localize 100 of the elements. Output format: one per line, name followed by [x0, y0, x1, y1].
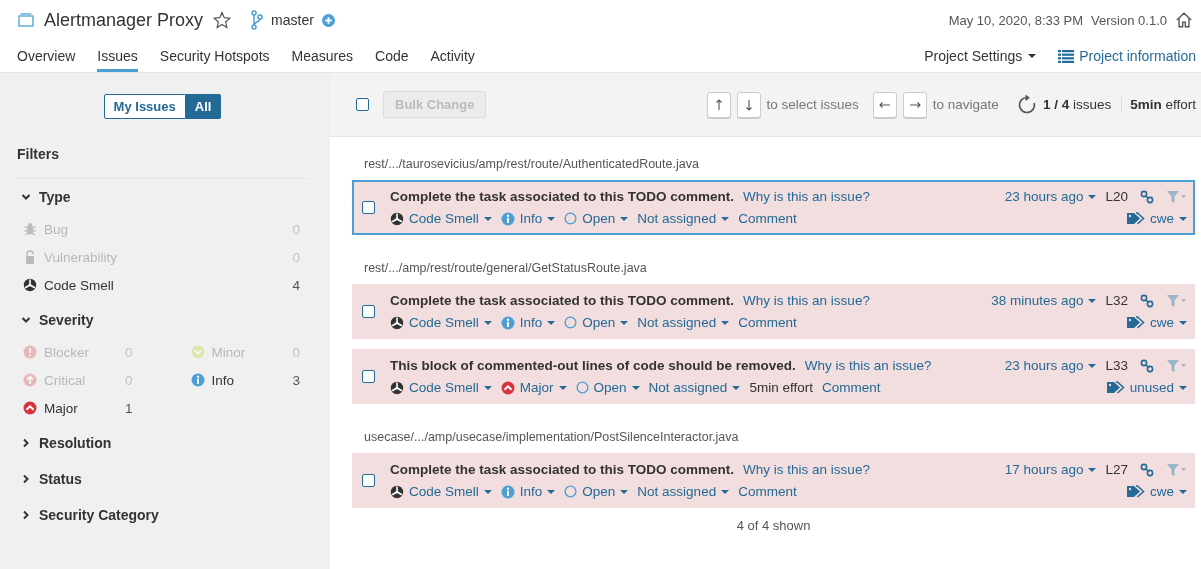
status-dropdown[interactable]: Open [564, 211, 629, 226]
link-icon[interactable] [1140, 293, 1154, 308]
severity-dropdown[interactable]: Info [500, 211, 556, 226]
nav-tab[interactable]: Code [375, 40, 409, 72]
version-label: Version 0.1.0 [1091, 12, 1167, 28]
up-arrow-key-icon [706, 91, 731, 118]
assignee-dropdown[interactable]: Not assigned [637, 315, 730, 330]
severity-dropdown[interactable]: Info [500, 484, 556, 499]
issue-effort: 5min effort [749, 380, 813, 395]
facet-header[interactable]: Resolution [17, 425, 112, 461]
critical-icon [23, 373, 37, 387]
facet-header[interactable]: Type [17, 179, 71, 215]
issue-card[interactable]: Complete the task associated to this TODO comment. Why is this an issue? 23 hours ago L20 Code Smell Info Open Not assigned Comment cwe [352, 180, 1195, 235]
branch-name[interactable]: master [271, 12, 314, 28]
assignee-dropdown[interactable]: Not assigned [637, 211, 730, 226]
link-icon[interactable] [1140, 189, 1154, 204]
issue-checkbox[interactable] [362, 305, 375, 318]
tag-dropdown[interactable]: cwe [1127, 484, 1187, 499]
facet-item[interactable]: Major 1 [23, 394, 141, 422]
major-icon [500, 380, 515, 395]
facet-header[interactable]: Security Category [17, 497, 159, 533]
caret-icon [1088, 363, 1097, 368]
star-icon[interactable] [213, 11, 232, 29]
type-dropdown[interactable]: Code Smell [390, 315, 492, 330]
toggle-button[interactable]: My Issues [103, 94, 186, 119]
nav-tab[interactable]: Overview [17, 40, 76, 72]
filters-title: Filters [17, 146, 308, 179]
facet-header[interactable]: Severity [17, 302, 94, 338]
nav-tab[interactable]: Activity [430, 40, 475, 72]
status-dropdown[interactable]: Open [575, 380, 640, 395]
issue-message[interactable]: This block of commented-out lines of code should be removed. [390, 358, 796, 373]
link-icon[interactable] [1140, 462, 1154, 477]
code-smell-icon [390, 211, 404, 226]
why-link[interactable]: Why is this an issue? [743, 189, 870, 204]
caret-icon [547, 216, 556, 221]
caret-icon [1088, 194, 1097, 199]
issue-counter: 1 / 4 issues [1042, 97, 1123, 112]
link-icon[interactable] [1140, 358, 1154, 373]
chevron-icon [21, 438, 31, 448]
issue-message[interactable]: Complete the task associated to this TODO comment. [390, 462, 735, 477]
line-number: L27 [1105, 462, 1128, 477]
status-dropdown[interactable]: Open [564, 484, 629, 499]
issue-card[interactable]: This block of commented-out lines of code should be removed. Why is this an issue? 23 hours ago L33 Code Smell Major Open Not assigned 5min effort Comment unused [352, 349, 1195, 404]
select-all-checkbox[interactable] [356, 98, 369, 111]
facet-item[interactable]: Info 3 [190, 366, 308, 394]
tag-dropdown[interactable]: cwe [1127, 315, 1187, 330]
caret-icon [620, 320, 629, 325]
branch-icon [251, 10, 264, 30]
issue-card[interactable]: Complete the task associated to this TODO comment. Why is this an issue? 17 hours ago L27 Code Smell Info Open Not assigned Comment cwe [352, 453, 1195, 508]
severity-dropdown[interactable]: Major [500, 380, 567, 395]
time-dropdown[interactable]: 23 hours ago [1004, 189, 1097, 204]
time-dropdown[interactable]: 23 hours ago [1004, 358, 1097, 373]
project-settings-menu[interactable]: Project Settings [924, 40, 1037, 72]
issue-checkbox[interactable] [362, 370, 375, 383]
comment-link[interactable]: Comment [821, 380, 881, 395]
facet-header[interactable]: Status [17, 461, 82, 497]
line-number: L32 [1105, 293, 1128, 308]
assignee-dropdown[interactable]: Not assigned [637, 484, 730, 499]
issue-checkbox[interactable] [362, 474, 375, 487]
refresh-icon[interactable] [1016, 94, 1037, 115]
tag-dropdown[interactable]: unused [1106, 380, 1187, 395]
comment-link[interactable]: Comment [738, 211, 797, 226]
type-dropdown[interactable]: Code Smell [390, 484, 492, 499]
issue-checkbox[interactable] [362, 201, 375, 214]
why-link[interactable]: Why is this an issue? [743, 462, 870, 477]
navigate-hint: to navigate [932, 97, 999, 112]
time-dropdown[interactable]: 17 hours ago [1004, 462, 1097, 477]
assignee-dropdown[interactable]: Not assigned [648, 380, 741, 395]
file-path: rest/.../amp/rest/route/general/GetStatusRoute.java [363, 260, 648, 277]
plus-icon[interactable] [321, 13, 335, 27]
why-link[interactable]: Why is this an issue? [743, 293, 870, 308]
down-arrow-key-icon [736, 91, 761, 118]
home-icon[interactable] [1175, 11, 1193, 29]
why-link[interactable]: Why is this an issue? [804, 358, 932, 373]
open-status-icon [564, 316, 578, 329]
chevron-icon [21, 510, 31, 520]
facet-item[interactable]: Code Smell 4 [23, 271, 308, 299]
time-dropdown[interactable]: 38 minutes ago [991, 293, 1097, 308]
nav-tab[interactable]: Measures [291, 40, 353, 72]
info-icon [500, 484, 515, 499]
major-icon [23, 401, 37, 415]
chevron-icon [21, 474, 31, 484]
issue-message[interactable]: Complete the task associated to this TODO comment. [390, 189, 735, 204]
project-name[interactable]: Alertmanager Proxy [44, 9, 204, 31]
project-information-link[interactable]: Project information [1058, 40, 1196, 72]
issue-message[interactable]: Complete the task associated to this TODO comment. [390, 293, 735, 308]
code-smell-icon [390, 484, 404, 499]
severity-dropdown[interactable]: Info [500, 315, 556, 330]
type-dropdown[interactable]: Code Smell [390, 380, 492, 395]
type-dropdown[interactable]: Code Smell [390, 211, 492, 226]
comment-link[interactable]: Comment [738, 484, 797, 499]
issue-card[interactable]: Complete the task associated to this TODO comment. Why is this an issue? 38 minutes ago L32 Code Smell Info Open Not assigned Comment cwe [352, 284, 1195, 339]
toggle-button[interactable]: All [185, 94, 222, 119]
nav-tab[interactable]: Security Hotspots [159, 40, 270, 72]
open-status-icon [564, 485, 578, 498]
file-path: usecase/.../amp/usecase/implementation/PostSilenceInteractor.java [363, 429, 740, 446]
comment-link[interactable]: Comment [738, 315, 797, 330]
status-dropdown[interactable]: Open [564, 315, 629, 330]
tag-dropdown[interactable]: cwe [1127, 211, 1187, 226]
tag-icon [1127, 316, 1145, 329]
